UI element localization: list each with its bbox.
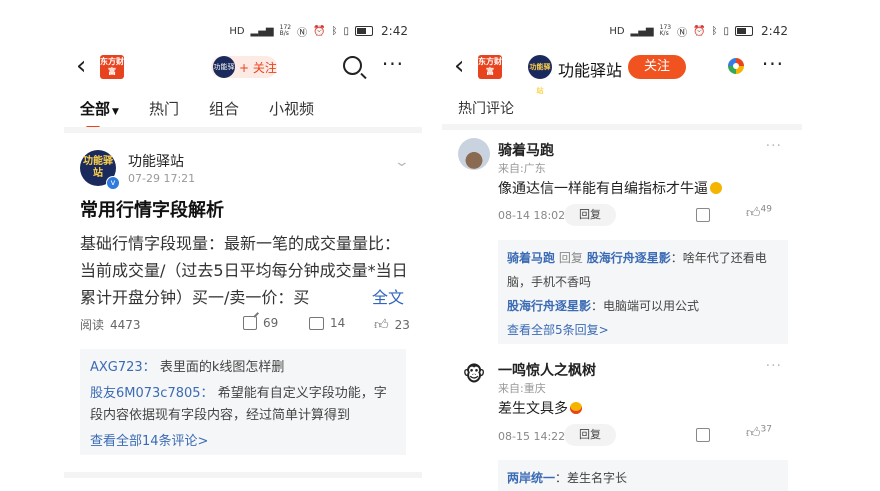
tab-bar: 全部 ▼ 热门 组合 小视频: [80, 98, 344, 129]
left-screen: HD ▂▄▆ 172 B/s Ⓝ ⏰ ᛒ ▯ 2:42 ‹ 东方财富 功能驿站 +…: [64, 0, 422, 491]
follow-pill[interactable]: 功能驿站 + 关注: [211, 56, 277, 93]
battery-icon: [355, 26, 374, 36]
tab-hot[interactable]: 热门: [149, 98, 179, 119]
comment-more-icon[interactable]: ···: [766, 358, 782, 374]
vibrate-icon: ▯: [343, 25, 350, 37]
comment-text[interactable]: 差生文具多: [498, 398, 582, 418]
comment-date: 08-15 14:22: [498, 430, 566, 443]
bluetooth-icon: ᛒ: [331, 25, 338, 37]
reply-item[interactable]: 两岸统一：差生名字长: [507, 466, 779, 490]
reply-item[interactable]: 骑着马跑 回复 股海行舟逐星影：啥年代了还看电脑，手机不香吗: [507, 246, 779, 294]
like-button[interactable]: 👍︎ 23: [374, 316, 410, 333]
nfc-icon: Ⓝ: [297, 27, 308, 39]
thumbs-up-icon: 👍︎: [745, 205, 761, 221]
follow-label: + 关注: [239, 60, 277, 75]
status-bar: HD ▂▄▆ 172 B/s Ⓝ ⏰ ᛒ ▯ 2:42: [229, 20, 408, 42]
commenter-avatar[interactable]: 🐵: [458, 358, 490, 390]
comment-preview-item[interactable]: AXG723： 表里面的k线图怎样删: [90, 357, 396, 379]
author-avatar-small[interactable]: 功能驿站: [528, 55, 552, 95]
more-icon[interactable]: ···: [762, 52, 784, 76]
like-button[interactable]: 👍︎49: [746, 204, 772, 221]
reply-thread: 两岸统一：差生名字长: [498, 460, 788, 491]
nfc-icon: Ⓝ: [677, 27, 688, 39]
grin-emoji-icon: [710, 182, 722, 194]
vibrate-icon: ▯: [723, 25, 730, 37]
divider: [64, 127, 422, 133]
app-logo[interactable]: 东方财富: [478, 55, 502, 79]
back-icon[interactable]: ‹: [76, 53, 86, 79]
hot-comments-title: 热门评论: [458, 101, 514, 117]
search-icon[interactable]: [343, 56, 362, 75]
author-name[interactable]: 功能驿站: [128, 151, 184, 171]
comments-preview: AXG723： 表里面的k线图怎样删 股友6M073c7805： 希望能有自定义…: [80, 349, 406, 455]
view-all-comments-link[interactable]: 查看全部14条评论>: [90, 431, 396, 453]
comment-item: 🐵 一鸣惊人之枫树 来自:重庆 ··· 差生文具多 08-15 14:22 回复…: [458, 358, 788, 458]
commenter-location: 来自:重庆: [498, 382, 546, 395]
comment-preview-item[interactable]: 股友6M073c7805： 希望能有自定义字段功能，字段内容依据现有字段内容，经…: [90, 383, 396, 427]
top-bar: ‹ 东方财富 功能驿站 + 关注 ···: [64, 50, 422, 93]
clock: 2:42: [381, 24, 408, 38]
read-count: 阅读 4473: [80, 317, 141, 333]
status-bar: HD ▂▄▆ 173 K/s Ⓝ ⏰ ᛒ ▯ 2:42: [609, 20, 788, 42]
divider: [442, 124, 802, 130]
app-logo[interactable]: 东方财富: [100, 55, 124, 79]
thumbs-up-icon: 👍︎: [374, 317, 389, 333]
verified-icon: v: [106, 176, 120, 190]
like-button[interactable]: 👍︎37: [746, 424, 772, 441]
share-button[interactable]: 69: [243, 316, 278, 330]
commenter-name[interactable]: 骑着马跑: [498, 140, 554, 160]
caret-down-icon: ▼: [112, 107, 119, 117]
signal-icon: ▂▄▆: [630, 25, 654, 37]
tongue-emoji-icon: [570, 402, 582, 414]
full-text-link[interactable]: 全文: [353, 284, 404, 308]
commenter-name[interactable]: 一鸣惊人之枫树: [498, 360, 596, 380]
comment-date: 08-14 18:02: [498, 209, 566, 222]
tab-all[interactable]: 全部 ▼: [80, 98, 119, 129]
reply-thread: 骑着马跑 回复 股海行舟逐星影：啥年代了还看电脑，手机不香吗 股海行舟逐星影：电…: [498, 240, 788, 344]
alarm-icon: ⏰: [693, 25, 706, 37]
commenter-location: 来自:广东: [498, 162, 546, 175]
more-icon[interactable]: ···: [382, 52, 404, 76]
divider: [64, 472, 422, 478]
comment-button[interactable]: 14: [309, 316, 345, 330]
clock: 2:42: [761, 24, 788, 38]
right-screen: HD ▂▄▆ 173 K/s Ⓝ ⏰ ᛒ ▯ 2:42 ‹ 东方财富 功能驿站 功…: [442, 0, 802, 491]
share-icon[interactable]: [696, 428, 710, 442]
commenter-avatar[interactable]: [458, 138, 490, 170]
post-stats: 阅读 4473 69 14 👍︎ 23: [80, 316, 410, 334]
network-speed: 172 B/s: [279, 24, 292, 37]
reply-item[interactable]: 股海行舟逐星影：电脑端可以用公式: [507, 294, 779, 318]
back-icon[interactable]: ‹: [454, 53, 464, 79]
comment-text[interactable]: 像通达信一样能有自编指标才牛逼: [498, 178, 722, 198]
tab-portfolio[interactable]: 组合: [209, 98, 239, 119]
view-all-replies-link[interactable]: 查看全部5条回复>: [507, 318, 779, 342]
signal-icon: ▂▄▆: [250, 25, 274, 37]
hd-icon: HD: [609, 25, 625, 37]
follow-button[interactable]: 关注: [628, 55, 686, 79]
share-icon: [243, 316, 257, 330]
comment-more-icon[interactable]: ···: [766, 138, 782, 154]
network-speed: 173 K/s: [659, 24, 672, 37]
post-date: 07-29 17:21: [128, 172, 196, 185]
reply-button[interactable]: 回复: [564, 204, 616, 226]
thumbs-up-icon: 👍︎: [745, 425, 761, 441]
post-title[interactable]: 常用行情字段解析: [80, 196, 224, 222]
reply-button[interactable]: 回复: [564, 424, 616, 446]
share-icon[interactable]: [696, 208, 710, 222]
author-name[interactable]: 功能驿站: [558, 57, 622, 81]
battery-icon: [735, 26, 754, 36]
bluetooth-icon: ᛒ: [711, 25, 718, 37]
post-author-row: 功能驿站 v 功能驿站 07-29 17:21 ⌄: [80, 150, 410, 190]
author-avatar-small: 功能驿站: [213, 56, 235, 93]
hd-icon: HD: [229, 25, 245, 37]
top-bar: ‹ 东方财富 功能驿站 功能驿站 关注 ···: [442, 50, 802, 95]
tab-short-video[interactable]: 小视频: [269, 98, 314, 119]
alarm-icon: ⏰: [313, 25, 326, 37]
comment-icon: [309, 316, 324, 330]
pinwheel-icon[interactable]: [728, 58, 744, 74]
chevron-down-icon[interactable]: ⌄: [394, 154, 410, 170]
